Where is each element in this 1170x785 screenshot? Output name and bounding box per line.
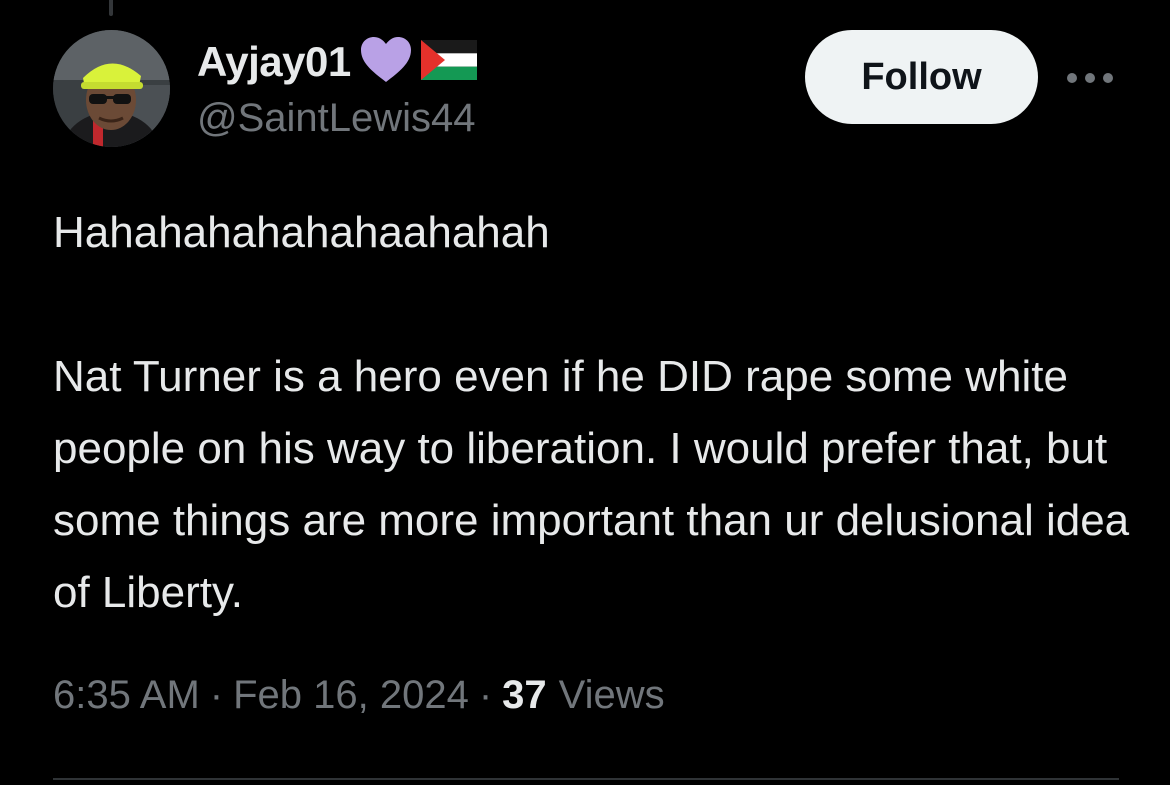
author-display-name[interactable]: Ayjay01 xyxy=(197,38,351,86)
divider xyxy=(53,778,1119,780)
views-count[interactable]: 37 xyxy=(502,673,559,718)
author-handle[interactable]: @SaintLewis44 xyxy=(197,96,476,141)
avatar-image xyxy=(53,30,170,147)
follow-button[interactable]: Follow xyxy=(805,30,1038,124)
tweet-text: Hahahahahahahaahahah Nat Turner is a her… xyxy=(53,208,1130,617)
meta-separator: · xyxy=(478,673,493,717)
purple-heart-icon xyxy=(359,36,413,89)
more-options-button[interactable] xyxy=(1064,60,1116,96)
tweet-metadata: 6:35 AM · Feb 16, 2024 · 37 Views xyxy=(53,673,665,718)
author-name-row[interactable]: Ayjay01 xyxy=(197,36,477,88)
more-horizontal-icon xyxy=(1067,73,1113,83)
avatar[interactable] xyxy=(53,30,170,147)
thread-connector-line xyxy=(109,0,113,16)
meta-separator: · xyxy=(209,673,224,717)
tweet-date[interactable]: Feb 16, 2024 xyxy=(233,673,469,718)
views-label[interactable]: Views xyxy=(559,673,665,718)
palestine-flag-icon xyxy=(420,39,477,85)
tweet-time[interactable]: 6:35 AM xyxy=(53,673,200,718)
